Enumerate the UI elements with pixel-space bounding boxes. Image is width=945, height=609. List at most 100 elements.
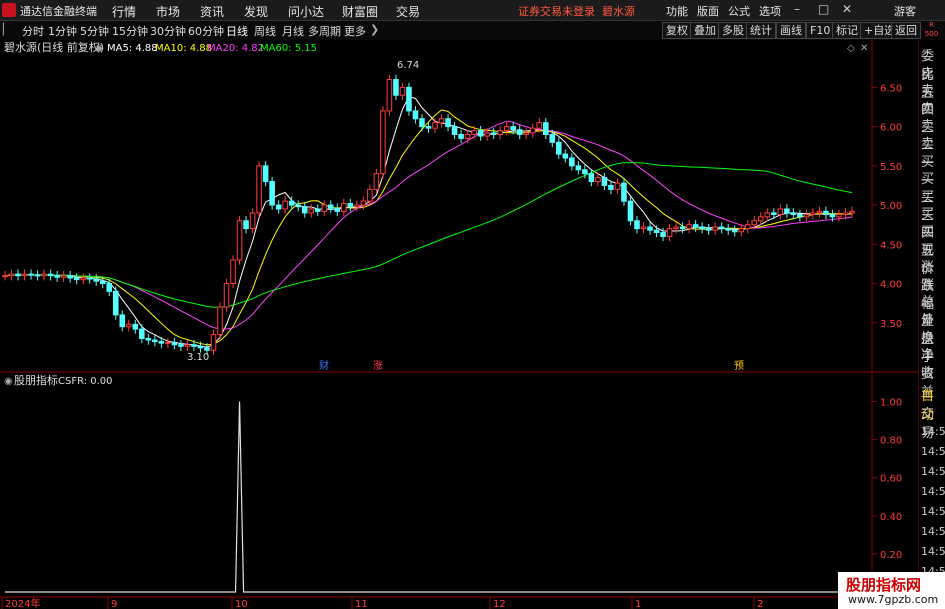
event-mark-forecast[interactable]: 预 — [734, 360, 744, 372]
candle-body — [354, 204, 360, 208]
candle-body — [347, 203, 354, 208]
candle-body — [614, 182, 621, 190]
candle-body — [432, 122, 438, 129]
watermark-url: www.7gpzb.com — [848, 593, 939, 606]
ma60-label: MA60: 5.15 — [260, 43, 317, 54]
settings-diamond-icon[interactable]: ◇ — [847, 43, 855, 54]
candle-body — [152, 339, 158, 343]
candle-body — [516, 129, 523, 135]
candle-body — [308, 208, 315, 214]
candle-body — [784, 208, 790, 214]
y-tick-label: 5.00 — [880, 201, 902, 212]
candle-body — [406, 86, 412, 112]
candle-body — [54, 275, 60, 278]
candle-body — [223, 283, 230, 308]
candle-body — [699, 226, 705, 230]
candle-body — [744, 224, 751, 230]
ma-toggle-icon[interactable]: ◉ — [95, 43, 104, 54]
tick-time: 14:56 — [921, 425, 945, 438]
candle-body — [145, 337, 152, 341]
indicator-toggle-icon[interactable]: ◉ — [4, 376, 13, 387]
ma10-label: MA10: 4.88 — [155, 43, 212, 54]
candle-body — [842, 212, 849, 215]
r-badge: R 500 — [924, 21, 939, 38]
candle-body — [725, 228, 731, 231]
candle-body — [536, 122, 543, 129]
candle-body — [562, 153, 569, 159]
candle-body — [301, 206, 308, 214]
y-tick-label: 6.50 — [880, 83, 902, 94]
event-mark-rise[interactable]: 涨 — [373, 360, 383, 372]
x-tick-label: 1 — [635, 599, 641, 609]
y-tick-label: 3.50 — [880, 319, 902, 330]
candle-body — [523, 132, 530, 135]
candle-body — [529, 127, 536, 134]
candle-body — [80, 277, 86, 281]
candle-body — [236, 220, 243, 261]
candle-body — [803, 213, 810, 218]
tick-time: 14:56 — [921, 465, 945, 478]
high-price-label: 6.74 — [397, 60, 419, 71]
candle-body — [595, 177, 601, 183]
candle-body — [484, 132, 490, 137]
candle-body — [764, 212, 771, 218]
candle-body — [41, 273, 47, 277]
y-tick-label: 4.50 — [880, 240, 902, 251]
candle-body — [139, 328, 145, 339]
candle-body — [93, 278, 99, 282]
event-mark-finance[interactable]: 财 — [319, 359, 329, 372]
candle-body — [816, 210, 823, 214]
candle-body — [210, 334, 217, 351]
y-tick-label: 6.00 — [880, 123, 902, 134]
candle-body — [67, 275, 73, 279]
candle-body — [249, 212, 256, 230]
x-tick-label: 2 — [757, 599, 763, 609]
sub-panel-title: 股朋指标 — [14, 373, 58, 387]
candle-body — [295, 204, 301, 208]
candle-body — [399, 86, 406, 96]
chart-canvas[interactable]: 1.00 0.80 0.60 0.40 0.20 6.50 6.00 5.50 5.00 4.5… — [0, 0, 918, 609]
candle-body — [653, 229, 660, 234]
y-tick-label: 4.00 — [880, 280, 902, 291]
candle-body — [647, 226, 653, 231]
candle-body — [627, 200, 634, 222]
candle-body — [171, 341, 178, 346]
sub-y-tick-label: 0.80 — [880, 436, 902, 447]
candle-body — [243, 220, 249, 230]
candle-body — [477, 130, 484, 137]
candle-body — [86, 277, 93, 280]
sub-y-tick-label: 0.60 — [880, 474, 902, 485]
candle-body — [386, 79, 393, 112]
candle-body — [393, 79, 399, 96]
candle-body — [458, 133, 464, 139]
candle-body — [191, 344, 197, 347]
candle-body — [314, 208, 321, 212]
candle-body — [327, 204, 334, 209]
candle-body — [771, 212, 777, 215]
candle-body — [21, 273, 28, 277]
panel-close-icon[interactable]: ✕ — [860, 43, 868, 54]
candle-body — [777, 208, 784, 215]
candle-body — [738, 228, 745, 233]
candle-body — [666, 228, 673, 237]
sub-y-tick-label: 0.40 — [880, 512, 902, 523]
tick-time: 14:56 — [921, 525, 945, 538]
candle-body — [582, 169, 588, 175]
candle-body — [634, 220, 640, 230]
candle-body — [556, 141, 562, 155]
x-tick-label: 9 — [111, 599, 117, 609]
candle-body — [126, 323, 132, 328]
candle-body — [445, 118, 451, 128]
candle-body — [692, 224, 699, 228]
csfr-value: CSFR: 0.00 — [58, 376, 113, 387]
candle-body — [849, 210, 855, 214]
candle-body — [184, 344, 191, 347]
x-tick-label: 11 — [355, 599, 368, 609]
tick-time: 14:56 — [921, 505, 945, 518]
ma5-label: MA5: 4.88 — [107, 43, 158, 54]
candle-body — [217, 306, 223, 336]
candle-body — [275, 204, 282, 210]
candle-body — [197, 345, 204, 349]
candle-body — [621, 182, 627, 202]
candle-body — [438, 118, 445, 124]
